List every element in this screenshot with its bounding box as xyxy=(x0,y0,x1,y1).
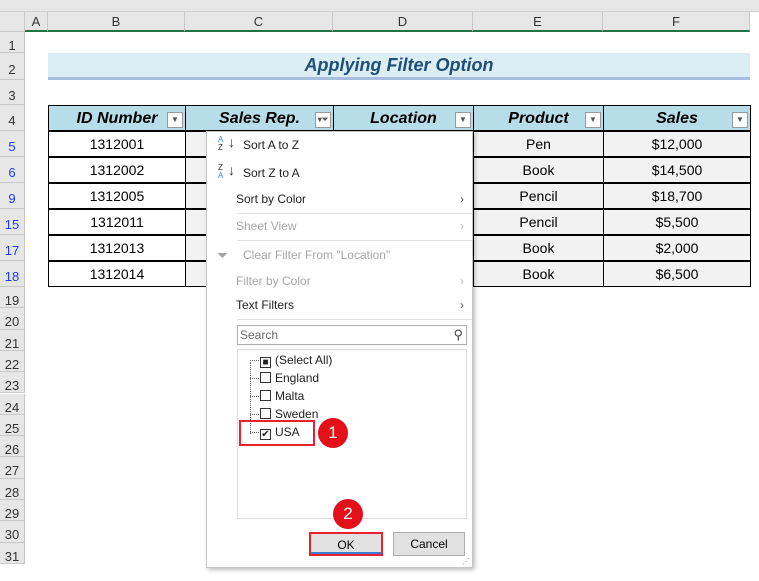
chevron-right-icon: › xyxy=(460,192,464,206)
row-header-26[interactable]: 26 xyxy=(0,436,25,458)
table-cell[interactable]: 1312011 xyxy=(48,209,186,235)
column-header-C[interactable]: C xyxy=(185,12,333,32)
row-header-2[interactable]: 2 xyxy=(0,53,25,80)
sheet-view: Sheet View › xyxy=(207,214,472,238)
table-cell[interactable]: 1312002 xyxy=(48,157,186,183)
sort-a-to-z[interactable]: A Z ↓ Sort A to Z xyxy=(207,133,472,157)
filter-dropdown-icon[interactable]: ▼ xyxy=(585,112,601,128)
clear-filter-icon: ⏷ xyxy=(217,247,229,263)
resize-grip-icon[interactable]: ⋰ xyxy=(462,557,470,566)
filter-item[interactable]: Malta xyxy=(250,387,304,405)
step-badge-2: 2 xyxy=(333,499,363,529)
checkbox[interactable] xyxy=(260,390,271,401)
row-header-20[interactable]: 20 xyxy=(0,308,25,330)
row-header-1[interactable]: 1 xyxy=(0,32,25,53)
table-cell[interactable]: Book xyxy=(473,235,604,261)
filter-dropdown-icon[interactable]: ▼ xyxy=(167,112,183,128)
filter-active-icon[interactable]: ▾⏷ xyxy=(315,112,331,128)
row-header-6[interactable]: 6 xyxy=(0,157,25,183)
row-header-29[interactable]: 29 xyxy=(0,500,25,522)
row-header-23[interactable]: 23 xyxy=(0,372,25,394)
table-cell[interactable]: $18,700 xyxy=(603,183,751,209)
header-id-number: ID Number ▼ xyxy=(48,105,186,131)
filter-dropdown-icon[interactable]: ▼ xyxy=(732,112,748,128)
table-cell[interactable]: Pencil xyxy=(473,209,604,235)
sort-by-color[interactable]: Sort by Color › xyxy=(207,187,472,211)
row-header-17[interactable]: 17 xyxy=(0,235,25,261)
search-input[interactable]: Search ⚲ xyxy=(237,325,467,345)
divider xyxy=(237,240,472,241)
divider xyxy=(237,319,472,320)
table-cell[interactable]: $6,500 xyxy=(603,261,751,287)
row-header-15[interactable]: 15 xyxy=(0,209,25,235)
filter-dropdown-icon[interactable]: ▼ xyxy=(455,112,471,128)
filter-item[interactable]: ■ (Select All) xyxy=(250,351,332,369)
column-header-E[interactable]: E xyxy=(473,12,603,32)
header-location: Location ▼ xyxy=(333,105,474,131)
row-header-3[interactable]: 3 xyxy=(0,80,25,105)
header-product: Product ▼ xyxy=(473,105,604,131)
row-header-9[interactable]: 9 xyxy=(0,183,25,209)
chevron-right-icon: › xyxy=(460,274,464,288)
header-sales-rep-: Sales Rep. ▾⏷ xyxy=(185,105,334,131)
table-cell[interactable]: Pencil xyxy=(473,183,604,209)
chevron-right-icon: › xyxy=(460,298,464,312)
sheet-title: Applying Filter Option xyxy=(48,53,750,80)
sort-z-to-a[interactable]: Z A ↓ Sort Z to A xyxy=(207,161,472,185)
table-cell[interactable]: Book xyxy=(473,261,604,287)
sort-az-icon: A Z ↓ xyxy=(218,134,235,152)
header-sales: Sales ▼ xyxy=(603,105,751,131)
highlight-box-usa xyxy=(239,420,315,446)
row-header-4[interactable]: 4 xyxy=(0,105,25,131)
table-cell[interactable]: 1312005 xyxy=(48,183,186,209)
table-cell[interactable]: 1312014 xyxy=(48,261,186,287)
checkbox[interactable]: ■ xyxy=(260,357,271,368)
table-cell[interactable]: $2,000 xyxy=(603,235,751,261)
column-header-A[interactable]: A xyxy=(25,12,48,32)
table-cell[interactable]: $12,000 xyxy=(603,131,751,157)
row-header-28[interactable]: 28 xyxy=(0,478,25,500)
table-cell[interactable]: $14,500 xyxy=(603,157,751,183)
formula-bar-area xyxy=(0,0,759,12)
clear-filter: ⏷ Clear Filter From "Location" xyxy=(207,243,472,267)
sort-za-icon: Z A ↓ xyxy=(218,162,235,180)
table-cell[interactable]: $5,500 xyxy=(603,209,751,235)
chevron-right-icon: › xyxy=(460,219,464,233)
column-header-D[interactable]: D xyxy=(333,12,473,32)
column-header-B[interactable]: B xyxy=(48,12,185,32)
row-header-30[interactable]: 30 xyxy=(0,521,25,543)
row-header-21[interactable]: 21 xyxy=(0,329,25,351)
row-header-24[interactable]: 24 xyxy=(0,393,25,415)
row-header-18[interactable]: 18 xyxy=(0,261,25,287)
row-header-27[interactable]: 27 xyxy=(0,457,25,479)
filter-by-color: Filter by Color › xyxy=(207,269,472,293)
cancel-button[interactable]: Cancel xyxy=(393,532,465,556)
select-all-corner[interactable] xyxy=(0,12,25,32)
table-cell[interactable]: 1312013 xyxy=(48,235,186,261)
table-cell[interactable]: 1312001 xyxy=(48,131,186,157)
text-filters[interactable]: Text Filters › xyxy=(207,293,472,317)
row-header-22[interactable]: 22 xyxy=(0,350,25,373)
filter-item[interactable]: England xyxy=(250,369,319,387)
column-header-F[interactable]: F xyxy=(603,12,750,32)
row-header-5[interactable]: 5 xyxy=(0,131,25,157)
filter-dropdown-menu: A Z ↓ Sort A to Z Z A ↓ Sort Z to A Sort by … xyxy=(206,131,473,568)
search-icon: ⚲ xyxy=(453,327,463,342)
step-badge-1: 1 xyxy=(318,418,348,448)
table-cell[interactable]: Book xyxy=(473,157,604,183)
checkbox[interactable] xyxy=(260,408,271,419)
row-header-19[interactable]: 19 xyxy=(0,287,25,309)
table-cell[interactable]: Pen xyxy=(473,131,604,157)
row-header-31[interactable]: 31 xyxy=(0,542,25,564)
checkbox[interactable] xyxy=(260,372,271,383)
ok-button[interactable]: OK xyxy=(309,532,383,556)
row-header-25[interactable]: 25 xyxy=(0,414,25,437)
